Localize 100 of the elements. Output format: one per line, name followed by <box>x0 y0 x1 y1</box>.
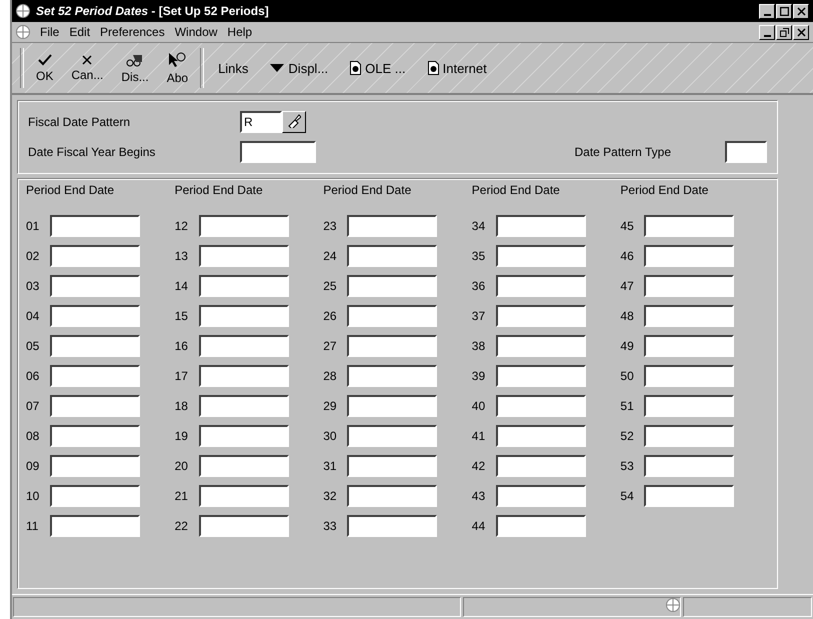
period-number: 10 <box>26 489 40 503</box>
input-field[interactable] <box>644 335 734 357</box>
input-field[interactable] <box>50 305 140 327</box>
toolbar-button[interactable]: Can... <box>65 54 110 82</box>
input-field[interactable] <box>198 245 289 267</box>
input-field[interactable] <box>50 485 140 507</box>
period-number: 27 <box>323 339 338 353</box>
period-number: 40 <box>472 399 486 413</box>
input-field[interactable] <box>198 455 289 477</box>
period-number: 24 <box>323 249 338 263</box>
input-field[interactable] <box>644 365 734 387</box>
menu-item[interactable]: Edit <box>69 25 90 39</box>
link-button[interactable]: Displ... <box>262 60 336 76</box>
link-button[interactable]: OLE ... <box>342 60 414 76</box>
input-field[interactable] <box>644 275 734 297</box>
input-field[interactable] <box>198 275 289 297</box>
period-number: 26 <box>323 309 338 323</box>
input-field[interactable] <box>198 335 289 357</box>
toolbar-button[interactable]: Dis... <box>115 52 155 84</box>
input-field[interactable] <box>496 365 586 387</box>
period-number: 06 <box>26 369 40 383</box>
input-field[interactable] <box>347 335 438 357</box>
input-field[interactable] <box>198 425 289 447</box>
minimize-button[interactable] <box>759 4 775 18</box>
close-button[interactable] <box>793 4 809 18</box>
input-field[interactable] <box>496 215 586 237</box>
period-number: 43 <box>472 489 486 503</box>
field-label: Fiscal Date Pattern <box>28 115 132 129</box>
input-field[interactable] <box>50 455 140 477</box>
dropdown-arrow-icon <box>270 64 284 72</box>
input-field[interactable] <box>240 141 316 163</box>
input-field[interactable] <box>496 275 586 297</box>
input-field[interactable] <box>496 305 586 327</box>
menu-item[interactable]: Preferences <box>100 25 165 39</box>
input-field[interactable] <box>198 365 289 387</box>
input-field[interactable] <box>644 455 734 477</box>
input-field[interactable] <box>644 425 734 447</box>
input-field[interactable] <box>50 215 140 237</box>
period-number: 22 <box>174 519 189 533</box>
globe-icon <box>16 25 30 39</box>
period-number: 32 <box>323 489 338 503</box>
field-label: Date Pattern Type <box>574 145 671 159</box>
search-button[interactable] <box>282 111 306 133</box>
input-field[interactable] <box>347 485 438 507</box>
menu-item[interactable]: Help <box>227 25 252 39</box>
period-number: 34 <box>472 219 486 233</box>
input-field[interactable] <box>198 395 289 417</box>
toolbar-button[interactable]: Abo <box>160 52 194 84</box>
input-field[interactable] <box>496 245 586 267</box>
input-field[interactable] <box>50 245 140 267</box>
restore-button[interactable] <box>776 24 792 40</box>
input-field[interactable] <box>496 455 586 477</box>
input-field[interactable] <box>347 455 438 477</box>
input-field[interactable] <box>496 395 586 417</box>
input-field[interactable] <box>198 485 289 507</box>
period-number: 53 <box>620 459 635 473</box>
input-field[interactable] <box>50 395 140 417</box>
input-field[interactable] <box>496 485 586 507</box>
input-field[interactable] <box>347 395 438 417</box>
input-field[interactable] <box>347 305 438 327</box>
input-field[interactable] <box>644 485 734 507</box>
input-field[interactable] <box>50 275 140 297</box>
input-field[interactable] <box>496 515 586 537</box>
input-field[interactable] <box>198 215 289 237</box>
input-field[interactable] <box>198 515 289 537</box>
minimize-button[interactable] <box>759 24 775 40</box>
period-number: 29 <box>323 399 338 413</box>
menu-item[interactable]: File <box>40 25 60 39</box>
input-field[interactable]: R <box>240 111 282 133</box>
input-field[interactable] <box>347 215 438 237</box>
input-field[interactable] <box>50 365 140 387</box>
close-button[interactable] <box>793 24 809 40</box>
input-field[interactable] <box>50 335 140 357</box>
input-field[interactable] <box>644 305 734 327</box>
input-field[interactable] <box>496 335 586 357</box>
input-field[interactable] <box>496 425 586 447</box>
input-field[interactable] <box>644 215 734 237</box>
input-field[interactable] <box>347 275 438 297</box>
menu-item[interactable]: Window <box>174 25 218 39</box>
input-field[interactable] <box>725 141 767 163</box>
maximize-button[interactable] <box>776 4 792 18</box>
link-button[interactable]: Links <box>210 60 256 76</box>
input-field[interactable] <box>644 395 734 417</box>
period-number: 23 <box>323 219 338 233</box>
link-button[interactable]: Internet <box>420 60 495 76</box>
period-number: 03 <box>26 279 40 293</box>
flashlight-icon <box>287 114 301 128</box>
period-number: 07 <box>26 399 40 413</box>
period-number: 12 <box>174 219 189 233</box>
input-field[interactable] <box>347 365 438 387</box>
input-field[interactable] <box>50 425 140 447</box>
toolbar-button[interactable]: OK <box>30 54 60 82</box>
input-field[interactable] <box>644 245 734 267</box>
input-field[interactable] <box>50 515 140 537</box>
input-field[interactable] <box>347 425 438 447</box>
input-field[interactable] <box>198 305 289 327</box>
input-field[interactable] <box>347 515 438 537</box>
period-number: 28 <box>323 369 338 383</box>
input-field[interactable] <box>347 245 438 267</box>
period-number: 52 <box>620 429 635 443</box>
